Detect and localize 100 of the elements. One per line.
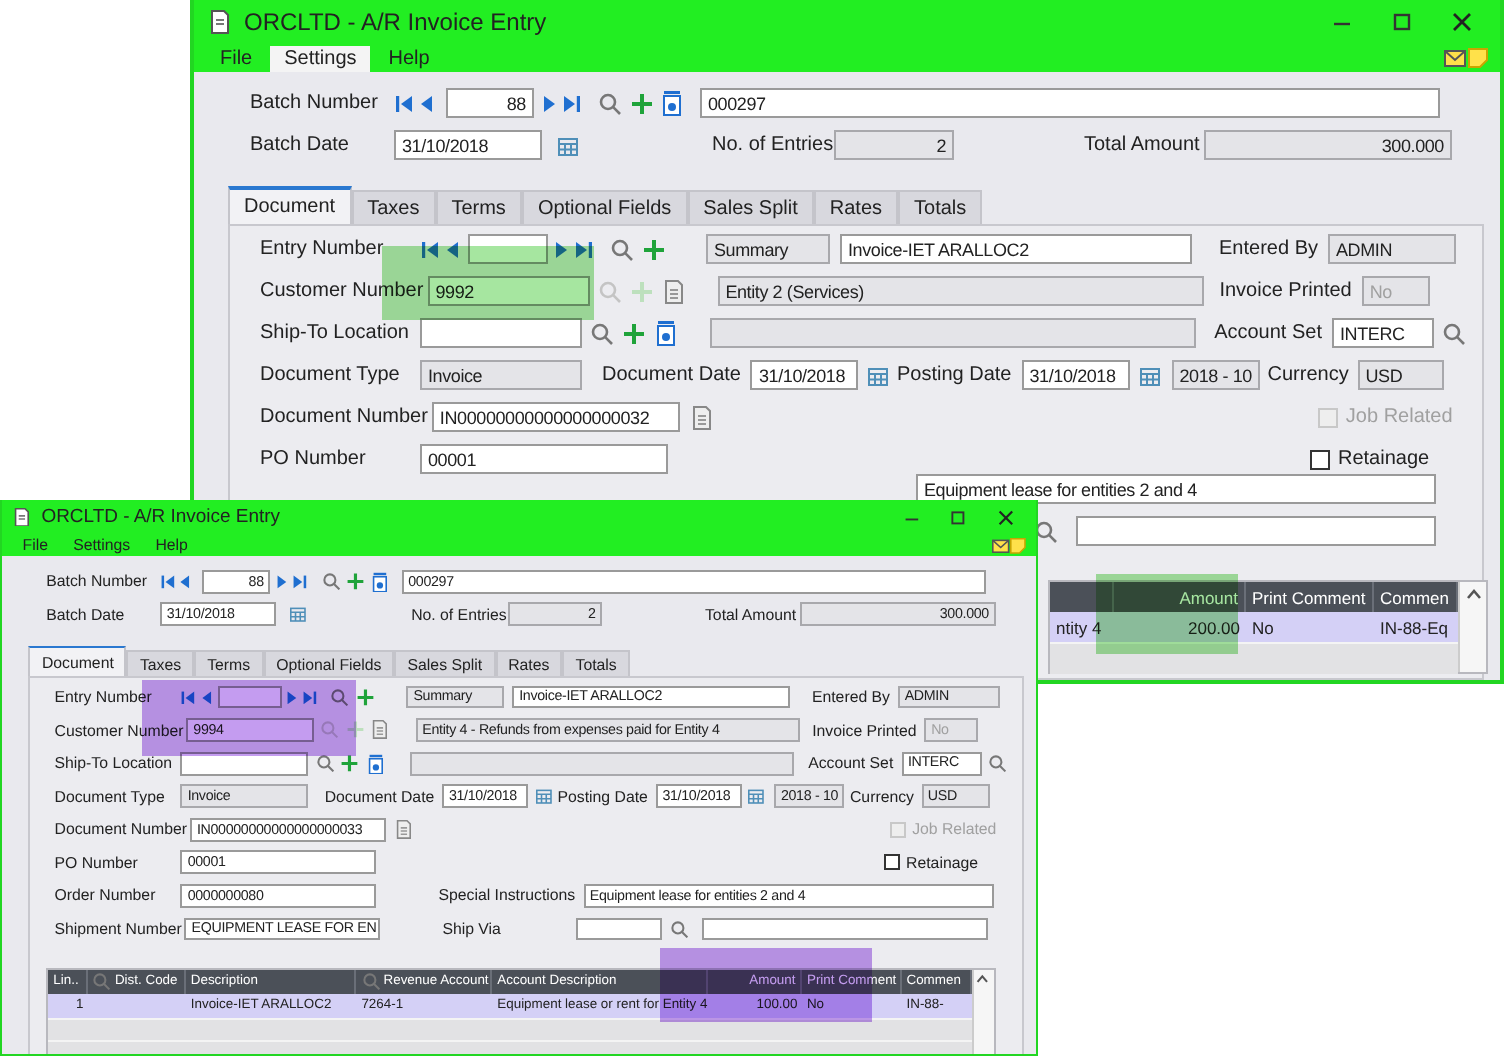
input-field[interactable]: IN00000000000000000032 <box>431 402 680 432</box>
tab[interactable]: Totals <box>562 649 630 677</box>
readonly-field: ADMIN <box>1328 234 1456 264</box>
plus-icon[interactable] <box>356 687 376 707</box>
menu-item[interactable]: Help <box>144 535 199 557</box>
field-label: Shipment Number <box>54 920 182 939</box>
info-document-icon[interactable] <box>371 571 388 592</box>
tab[interactable]: Optional Fields <box>521 190 688 224</box>
tab[interactable]: Taxes <box>351 190 436 224</box>
calendar-icon[interactable] <box>558 135 578 155</box>
plus-icon[interactable] <box>630 91 654 115</box>
first-record-icon[interactable] <box>394 93 414 113</box>
input-field[interactable]: 000297 <box>700 88 1440 118</box>
mail-icon[interactable] <box>991 537 1010 554</box>
maximize-icon[interactable] <box>1392 12 1412 32</box>
column-header[interactable]: Commen <box>1374 582 1458 612</box>
tab[interactable]: Rates <box>813 190 899 224</box>
tab[interactable]: Document <box>28 646 127 677</box>
previous-record-icon[interactable] <box>418 93 434 113</box>
search-icon[interactable] <box>669 919 689 939</box>
field-label: Customer Number <box>260 280 424 302</box>
search-icon[interactable] <box>590 321 614 345</box>
close-icon[interactable] <box>998 509 1014 526</box>
checkbox[interactable] <box>1310 449 1330 469</box>
tab[interactable]: Sales Split <box>394 649 496 677</box>
tab[interactable]: Terms <box>194 649 264 677</box>
search-icon[interactable] <box>598 91 622 115</box>
input-field[interactable] <box>576 917 662 941</box>
menu-item[interactable]: File <box>206 45 267 71</box>
last-record-icon[interactable] <box>292 573 309 590</box>
last-record-icon[interactable] <box>562 93 582 113</box>
checkbox[interactable] <box>883 854 900 871</box>
tab[interactable]: Sales Split <box>687 190 814 224</box>
tab[interactable]: Totals <box>898 190 983 224</box>
field-label: Entry Number <box>260 238 386 260</box>
plus-icon[interactable] <box>622 321 646 345</box>
info-document-icon[interactable] <box>367 753 384 774</box>
tab[interactable]: Rates <box>495 649 563 677</box>
first-record-icon[interactable] <box>159 573 176 590</box>
input-field[interactable]: INTERC <box>1332 318 1434 348</box>
input-field[interactable]: 00001 <box>420 444 668 474</box>
plus-icon[interactable] <box>642 237 666 261</box>
menu-item[interactable]: Help <box>374 45 444 71</box>
readonly-field: Entity 2 (Services) <box>717 276 1204 306</box>
input-field[interactable] <box>420 318 582 348</box>
calendar-icon[interactable] <box>868 365 889 385</box>
search-icon[interactable] <box>1442 321 1466 345</box>
field-label: No. of Entries <box>411 605 508 624</box>
calendar-icon[interactable] <box>748 788 765 805</box>
field-label: Ship-To Location <box>54 754 175 773</box>
document-icon[interactable] <box>372 720 389 740</box>
input-field[interactable] <box>702 917 988 941</box>
table-cell: IN-88-Eq <box>1374 612 1458 642</box>
search-icon[interactable] <box>1034 519 1058 543</box>
date-field[interactable]: 31/10/2018 <box>394 130 542 160</box>
search-icon[interactable] <box>610 237 634 261</box>
plus-icon[interactable] <box>346 571 366 591</box>
menu-item[interactable]: File <box>11 535 59 557</box>
menu-item[interactable]: Settings <box>62 535 142 557</box>
tab[interactable]: Optional Fields <box>263 649 395 677</box>
info-document-icon[interactable] <box>662 90 682 116</box>
input-field[interactable]: 88 <box>446 88 534 118</box>
plus-icon[interactable] <box>340 753 360 773</box>
next-record-icon[interactable] <box>542 93 558 113</box>
info-document-icon[interactable] <box>656 320 676 346</box>
calendar-icon[interactable] <box>1139 365 1160 385</box>
search-icon[interactable] <box>988 753 1007 773</box>
menu-item[interactable]: Settings <box>270 45 371 71</box>
tab[interactable]: Terms <box>435 190 522 224</box>
document-icon[interactable] <box>691 405 712 429</box>
date-field[interactable]: 31/10/2018 <box>1021 360 1130 390</box>
input-field[interactable]: Equipment lease for entities 2 and 4 <box>916 474 1436 504</box>
scroll-up-icon[interactable] <box>1458 582 1486 612</box>
maximize-icon[interactable] <box>950 509 967 526</box>
close-icon[interactable] <box>1452 12 1472 32</box>
calendar-icon[interactable] <box>535 788 552 805</box>
field-label: Document Type <box>260 364 402 386</box>
field-label: Special Instructions <box>438 886 576 905</box>
mail-icon[interactable] <box>1444 48 1466 68</box>
field-label: Invoice Printed <box>1219 280 1352 302</box>
field-label: Account Set <box>806 754 894 773</box>
input-field[interactable] <box>1076 516 1436 546</box>
field-label: Document Date <box>602 364 741 386</box>
field-label: Entry Number <box>54 687 154 706</box>
column-header[interactable]: Print Comment <box>1246 582 1374 612</box>
readonly-field: Invoice <box>420 360 582 390</box>
document-icon[interactable] <box>663 279 684 303</box>
field-label: Posting Date <box>896 364 1012 386</box>
field-label: Batch Date <box>250 134 351 156</box>
date-field[interactable]: 31/10/2018 <box>750 360 859 390</box>
document-icon[interactable] <box>395 820 412 840</box>
calendar-icon[interactable] <box>289 606 306 623</box>
tab[interactable]: Document <box>228 186 352 224</box>
search-icon[interactable] <box>315 753 335 773</box>
next-record-icon[interactable] <box>276 573 290 590</box>
search-icon[interactable] <box>321 571 340 591</box>
scroll-up-icon[interactable] <box>971 969 994 994</box>
input-field[interactable]: Invoice-IET ARALLOC2 <box>840 234 1192 264</box>
tab[interactable]: Taxes <box>126 649 195 677</box>
field-label: PO Number <box>54 853 140 872</box>
